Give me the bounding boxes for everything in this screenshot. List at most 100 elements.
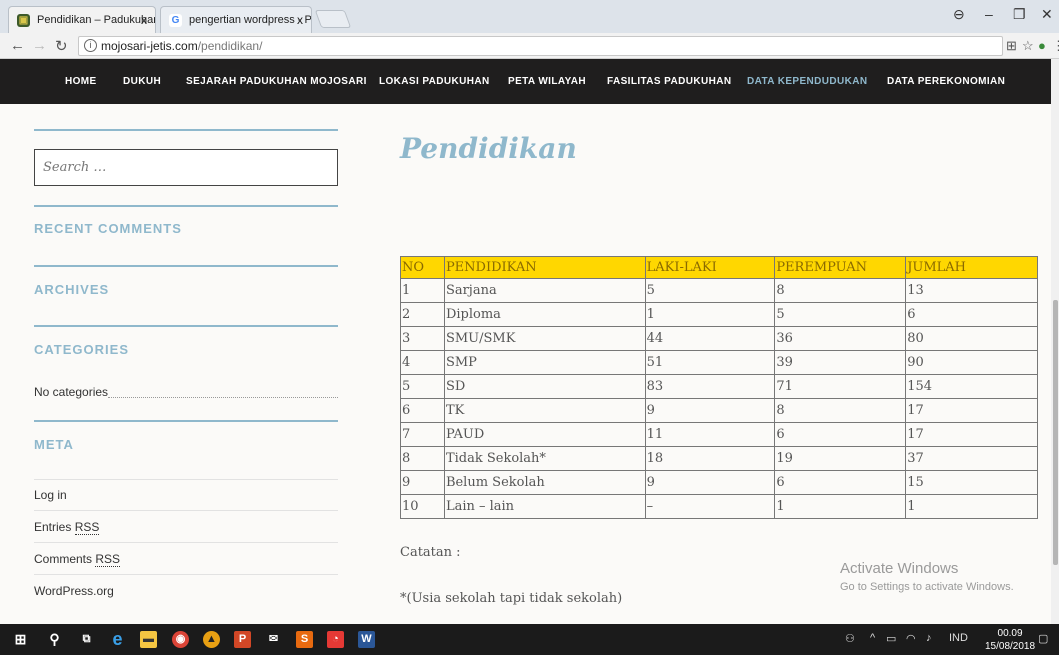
site-favicon-icon: ▣ xyxy=(17,14,30,27)
list-divider xyxy=(34,479,338,480)
mail-icon[interactable]: ✉ xyxy=(265,631,282,648)
search-icon[interactable]: ⚲ xyxy=(46,631,63,648)
nav-peta-wilayah[interactable]: PETA WILAYAH xyxy=(508,59,586,104)
meta-comments-rss-link[interactable]: Comments RSS xyxy=(34,552,121,567)
table-cell: 7 xyxy=(400,422,445,447)
notifications-icon[interactable]: ▢ xyxy=(1038,632,1048,645)
meta-wordpress-link[interactable]: WordPress.org xyxy=(34,584,114,598)
table-cell: 2 xyxy=(400,302,445,327)
tab-close-icon[interactable]: x xyxy=(141,7,147,33)
tab-pendidikan[interactable]: ▣ Pendidikan – Padukuhan x xyxy=(8,6,156,33)
entries-label: Entries xyxy=(34,520,75,534)
restore-icon[interactable]: ❐ xyxy=(1013,6,1026,23)
word-icon[interactable]: W xyxy=(358,631,375,648)
powerpoint-icon[interactable]: P xyxy=(234,631,251,648)
activate-windows-title: Activate Windows xyxy=(840,560,959,577)
edge-icon[interactable]: e xyxy=(109,630,126,648)
table-cell: 5 xyxy=(400,374,445,399)
table-cell: 6 xyxy=(774,470,907,495)
menu-icon[interactable]: ⋮ xyxy=(1052,38,1059,54)
search-input[interactable]: Search … xyxy=(34,149,338,186)
info-icon[interactable]: i xyxy=(84,39,97,52)
note-text: *(Usia sekolah tapi tidak sekolah) xyxy=(400,591,623,606)
sublime-icon[interactable]: S xyxy=(296,631,313,648)
nav-lokasi[interactable]: LOKASI PADUKUHAN xyxy=(379,59,490,104)
table-row: 7 PAUD 11 6 17 xyxy=(400,422,1038,447)
bookmark-star-icon[interactable]: ☆ xyxy=(1022,38,1034,54)
table-cell: 3 xyxy=(400,326,445,351)
table-cell: 17 xyxy=(905,398,1038,423)
tab-close-icon[interactable]: x xyxy=(297,7,303,33)
app-icon[interactable]: ▲ xyxy=(203,631,220,648)
header-laki-laki: LAKI-LAKI xyxy=(644,256,776,279)
app-red-icon[interactable]: ◔ xyxy=(327,631,344,648)
tab-title: Pendidikan – Padukuhan xyxy=(37,14,156,26)
translate-icon[interactable]: ⊞ xyxy=(1006,38,1017,54)
table-cell: SD xyxy=(443,374,646,399)
new-tab-button[interactable] xyxy=(314,10,352,28)
table-cell: 80 xyxy=(905,326,1038,351)
chrome-icon[interactable]: ◉ xyxy=(172,631,189,648)
table-cell: 1 xyxy=(905,494,1038,519)
table-cell: 9 xyxy=(400,470,445,495)
nav-data-kependudukan[interactable]: DATA KEPENDUDUKAN xyxy=(747,59,868,104)
rss-abbr: RSS xyxy=(74,520,100,535)
table-cell: 18 xyxy=(644,446,776,471)
profile-icon[interactable]: ⊖ xyxy=(953,6,965,23)
url-input[interactable]: i mojosari-jetis.com/pendidikan/ xyxy=(78,36,1003,56)
battery-icon[interactable]: ▭ xyxy=(886,632,896,645)
clock[interactable]: 00.09 15/08/2018 xyxy=(985,627,1035,653)
nav-sejarah[interactable]: SEJARAH PADUKUHAN MOJOSARI xyxy=(186,59,367,104)
table-cell: Lain – lain xyxy=(443,494,646,519)
table-cell: 8 xyxy=(400,446,445,471)
header-no: NO xyxy=(400,256,445,279)
table-cell: 1 xyxy=(400,278,445,303)
nav-dukuh[interactable]: DUKUH xyxy=(123,59,161,104)
list-divider xyxy=(34,510,338,511)
table-cell: 15 xyxy=(905,470,1038,495)
window-close-icon[interactable]: ✕ xyxy=(1041,6,1053,23)
table-row: 3 SMU/SMK 44 36 80 xyxy=(400,326,1038,351)
windows-taskbar: ⊞ ⚲ ⧉ e ▬ ◉ ▲ P ✉ S ◔ W ⚇ ^ ▭ ◠ ♪ IND 00… xyxy=(0,624,1059,655)
education-table: NO PENDIDIKAN LAKI-LAKI PEREMPUAN JUMLAH… xyxy=(400,256,1038,519)
nav-data-perekonomian[interactable]: DATA PEREKONOMIAN xyxy=(887,59,1005,104)
url-host: mojosari-jetis.com xyxy=(101,39,198,53)
nav-fasilitas[interactable]: FASILITAS PADUKUHAN xyxy=(607,59,731,104)
scrollbar-thumb[interactable] xyxy=(1053,300,1058,565)
meta-entries-rss-link[interactable]: Entries RSS xyxy=(34,520,100,535)
url-path: /pendidikan/ xyxy=(197,39,263,53)
table-row: 6 TK 9 8 17 xyxy=(400,398,1038,423)
language-indicator[interactable]: IND xyxy=(949,632,968,644)
people-icon[interactable]: ⚇ xyxy=(845,632,855,645)
volume-icon[interactable]: ♪ xyxy=(926,632,932,644)
google-favicon-icon: G xyxy=(169,14,182,27)
forward-icon[interactable]: → xyxy=(32,37,47,54)
windows-start-icon[interactable]: ⊞ xyxy=(12,631,29,648)
table-cell: 154 xyxy=(905,374,1038,399)
activate-windows-subtitle: Go to Settings to activate Windows. xyxy=(840,581,1014,593)
tab-pengertian-wordpress[interactable]: G pengertian wordpress - P x xyxy=(160,6,312,33)
nav-home[interactable]: HOME xyxy=(65,59,97,104)
table-cell: 1 xyxy=(774,494,907,519)
table-header-row: NO PENDIDIKAN LAKI-LAKI PEREMPUAN JUMLAH xyxy=(400,256,1038,279)
extension-icon[interactable]: ● xyxy=(1038,38,1046,53)
clock-date: 15/08/2018 xyxy=(985,641,1036,652)
meta-title: META xyxy=(34,437,74,452)
tray-chevron-icon[interactable]: ^ xyxy=(870,632,875,644)
table-cell: 37 xyxy=(905,446,1038,471)
meta-login-link[interactable]: Log in xyxy=(34,488,67,502)
wifi-icon[interactable]: ◠ xyxy=(906,632,916,645)
file-explorer-icon[interactable]: ▬ xyxy=(140,631,157,648)
address-toolbar: ← → ↻ i mojosari-jetis.com/pendidikan/ ⊞… xyxy=(0,33,1059,59)
widget-separator xyxy=(34,420,338,422)
task-view-icon[interactable]: ⧉ xyxy=(78,631,95,648)
search-placeholder: Search … xyxy=(43,160,107,175)
table-cell: Tidak Sekolah* xyxy=(443,446,646,471)
minimize-icon[interactable]: – xyxy=(985,6,993,22)
table-cell: 44 xyxy=(644,326,776,351)
back-icon[interactable]: ← xyxy=(10,37,25,54)
rss-abbr: RSS xyxy=(95,552,121,567)
table-cell: 51 xyxy=(644,350,776,375)
reload-icon[interactable]: ↻ xyxy=(55,37,68,55)
recent-comments-title: RECENT COMMENTS xyxy=(34,221,182,236)
